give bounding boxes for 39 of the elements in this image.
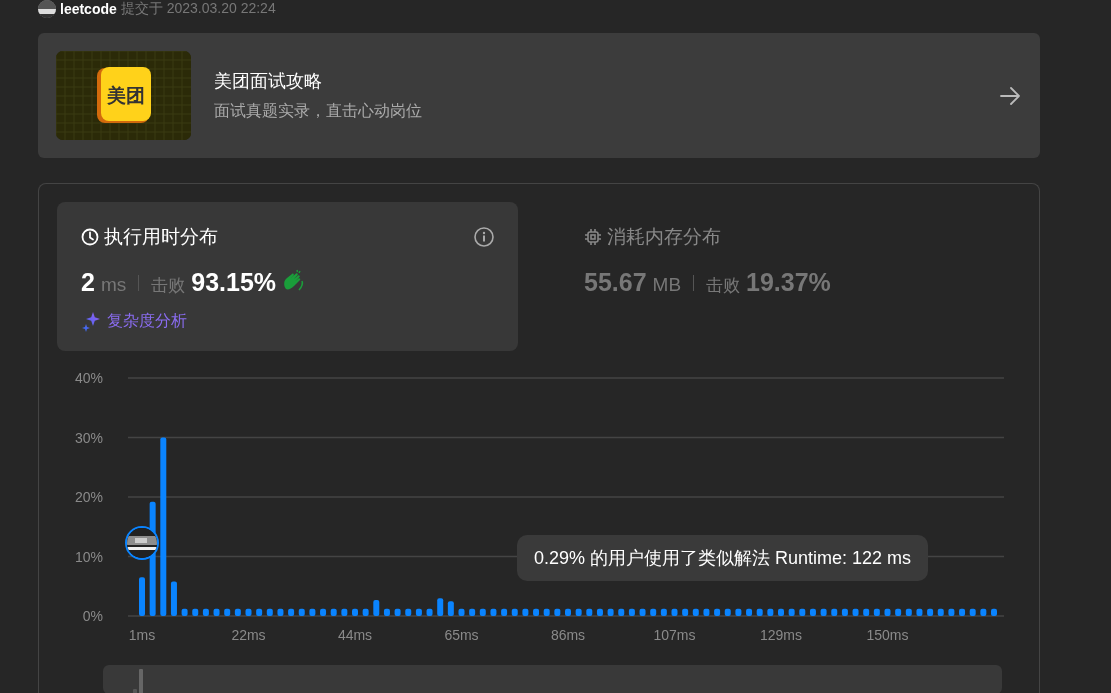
logo-text: 美团 [106, 83, 145, 108]
chart-tooltip: 0.29% 的用户使用了类似解法 Runtime: 122 ms [517, 535, 929, 581]
stat-card[interactable]: 消耗内存分布 55.67 MB 击败 19.37% [560, 202, 1021, 351]
chip-icon [584, 228, 602, 246]
stat-title: 消耗内存分布 [607, 225, 721, 249]
beats-label: 击败 [151, 275, 186, 297]
beats-percent: 19.37% [746, 268, 831, 297]
axis-label: 86ms [550, 627, 586, 643]
stat-value: 55.67 [584, 268, 647, 297]
promo-banner[interactable]: 美团 美团面试攻略 面试真题实录，直击心动岗位 [38, 33, 1040, 158]
stat-value: 2 [81, 268, 95, 297]
axis-label: 44ms [337, 627, 373, 643]
axis-label: 30% [74, 429, 103, 446]
sparkle-icon [81, 311, 101, 332]
user-marker[interactable] [125, 526, 159, 560]
promo-subtitle: 面试真题实录，直击心动岗位 [214, 101, 423, 121]
axis-label: 1ms [128, 627, 156, 643]
promo-title: 美团面试攻略 [214, 70, 323, 93]
clapping-hands-icon [282, 269, 305, 291]
info-icon[interactable] [474, 227, 494, 247]
author-name[interactable]: leetcode [60, 1, 117, 17]
stat-unit: ms [100, 274, 127, 296]
bar-chart-icon [133, 669, 143, 693]
axis-label: 129ms [760, 627, 802, 643]
stat-unit: MB [652, 274, 682, 296]
clock-icon [81, 228, 99, 246]
axis-label: 20% [74, 489, 103, 505]
beats-percent: 93.15% [191, 268, 277, 297]
axis-label: 107ms [653, 627, 696, 643]
axis-label: 65ms [444, 627, 479, 643]
axis-label: 10% [74, 548, 103, 565]
submission-time: 提交于 2023.03.20 22:24 [120, 0, 276, 18]
beats-label: 击败 [706, 275, 741, 297]
axis-label: 22ms [231, 627, 266, 643]
stat-title: 执行用时分布 [104, 225, 218, 249]
axis-label: 0% [82, 608, 103, 624]
stat-card[interactable]: 执行用时分布 2 ms 击败 93.15% 复杂度分析 [57, 202, 518, 351]
axis-label: 40% [74, 370, 103, 386]
axis-label: 150ms [866, 627, 909, 643]
